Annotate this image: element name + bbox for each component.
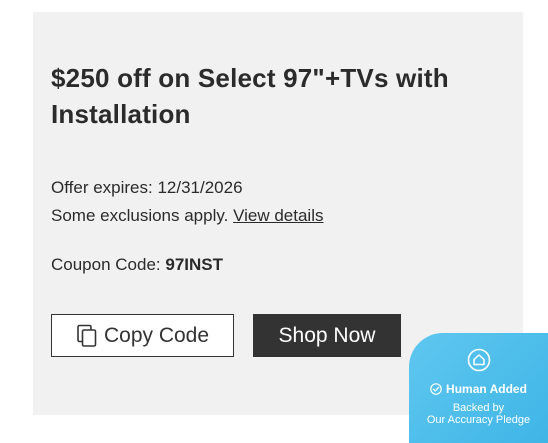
copy-code-label: Copy Code <box>103 323 210 347</box>
coupon-code-label: Coupon Code: <box>51 255 161 274</box>
offer-expiration: Offer expires: 12/31/2026 <box>51 178 243 197</box>
badge-title-text: Human Added <box>446 382 527 396</box>
accuracy-pledge-badge[interactable]: Human Added Backed by Our Accuracy Pledg… <box>409 333 548 443</box>
badge-title: Human Added <box>409 382 548 396</box>
badge-subtitle-line2: Our Accuracy Pledge <box>426 414 531 426</box>
exclusions-text: Some exclusions apply. <box>51 206 229 225</box>
coupon-code-line: Coupon Code: 97INST <box>51 254 223 276</box>
view-details-link[interactable]: View details <box>233 206 323 225</box>
check-circle-icon <box>430 383 442 395</box>
coupon-code-value: 97INST <box>165 255 224 274</box>
shop-now-label: Shop Now <box>278 323 376 347</box>
offer-title: $250 off on Select 97"+TVs with Installa… <box>51 63 449 129</box>
copy-code-button[interactable]: Copy Code <box>51 314 234 357</box>
copy-icon <box>76 324 98 348</box>
offer-exclusions: Some exclusions apply. View details <box>51 205 323 227</box>
shield-icon <box>467 348 491 372</box>
shop-now-button[interactable]: Shop Now <box>253 314 401 357</box>
